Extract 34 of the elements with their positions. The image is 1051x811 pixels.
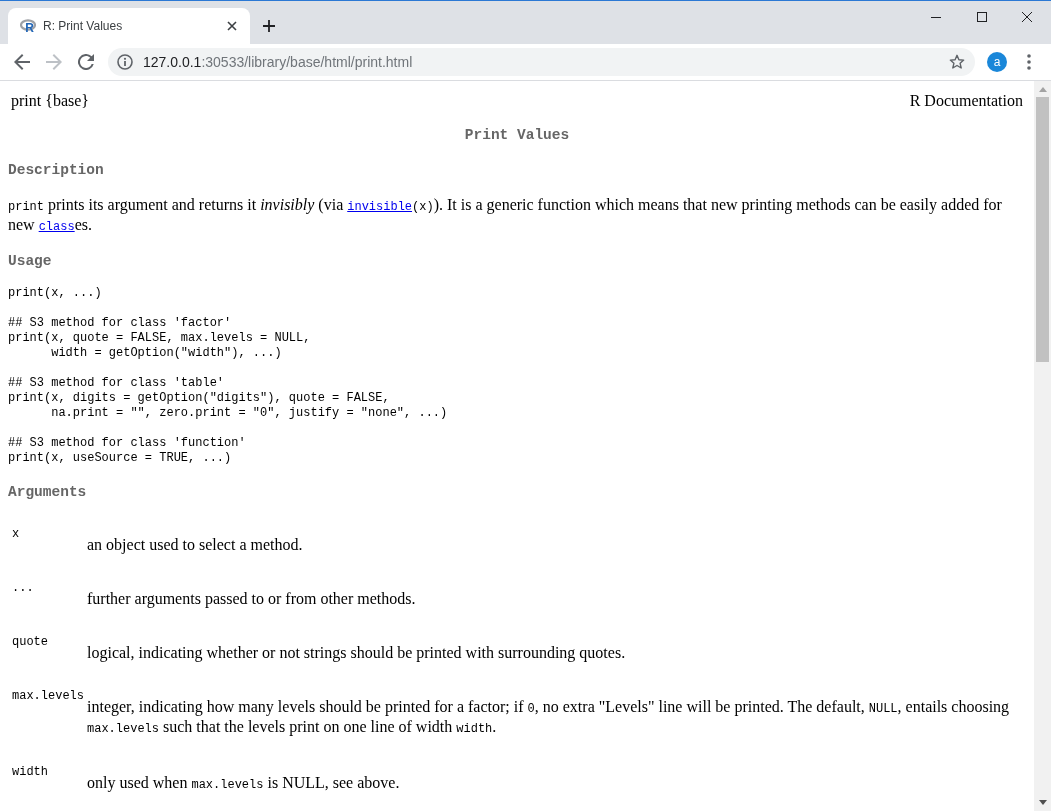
bookmark-star-icon[interactable] — [949, 54, 965, 70]
argument-description: only used when max.levels is NULL, see above. — [87, 774, 401, 794]
tab-close-icon[interactable] — [227, 21, 237, 31]
argument-name: max.levels — [12, 688, 84, 703]
page-title: Print Values — [463, 127, 571, 144]
profile-avatar[interactable]: a — [987, 52, 1007, 72]
argument-description: an object used to select a method. — [87, 536, 304, 554]
argument-name: quote — [12, 634, 48, 649]
scrollbar-track[interactable] — [1034, 81, 1051, 811]
help-link[interactable]: class — [38, 215, 75, 233]
argument-description: further arguments passed to or from other methods. — [87, 590, 417, 608]
tab-favicon: R — [20, 19, 36, 33]
back-arrow-icon[interactable] — [14, 54, 30, 70]
more-menu-icon[interactable] — [1027, 54, 1031, 70]
reload-icon[interactable] — [78, 54, 94, 70]
new-tab-icon[interactable] — [263, 20, 275, 32]
argument-description: logical, indicating whether or not strings should be printed with surrounding quotes. — [87, 644, 627, 662]
argument-name: x — [12, 526, 20, 541]
argument-name: ... — [12, 580, 34, 595]
section-heading: Description — [8, 161, 105, 179]
address-bar[interactable]: 127.0.0.1:30533/library/base/html/print.html — [108, 48, 975, 76]
scrollbar-thumb[interactable] — [1036, 97, 1049, 362]
section-heading: Usage — [8, 253, 53, 270]
argument-name: width — [12, 764, 48, 779]
documentation-label: R Documentation — [909, 92, 1023, 110]
help-link[interactable]: invisible — [347, 195, 413, 213]
usage-code: print(x, ...) ## S3 method for class 'factor' print(x, quote = FALSE, max.levels = NULL, width = getOption("width"), ...) ## S3 method for class 'table' print(x, digits = getOption("digits"), quote = FALSE, na.print = "", zero.print = "0", justify = "none", ...) ## S3 method for class 'function' print(x, useSource = TRUE, ...) — [8, 286, 449, 466]
info-icon[interactable] — [117, 54, 133, 70]
maximize-icon[interactable] — [977, 12, 987, 22]
close-icon[interactable] — [1022, 12, 1032, 22]
section-heading: Arguments — [8, 483, 88, 501]
scroll-down-arrow-icon[interactable] — [1038, 800, 1047, 805]
package-label: print {base} — [11, 92, 89, 110]
browser-tab[interactable]: R R: Print Values — [8, 8, 250, 44]
